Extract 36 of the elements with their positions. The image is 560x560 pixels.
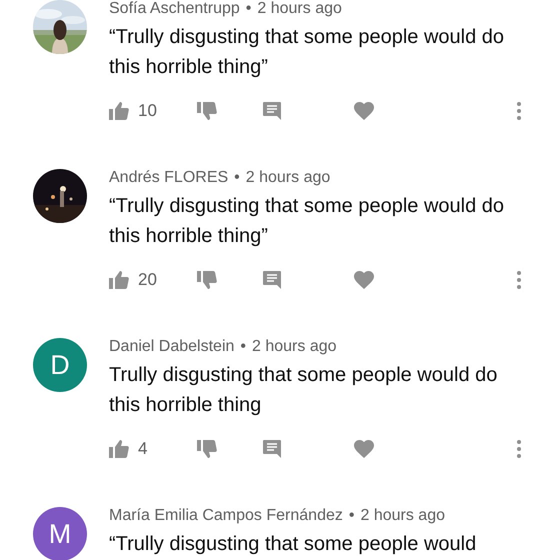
like-count: 10 (138, 101, 157, 121)
timestamp: 2 hours ago (252, 338, 337, 356)
separator: • (348, 507, 354, 525)
separator: • (234, 169, 240, 187)
heart-icon[interactable] (354, 440, 374, 458)
author-name[interactable]: Daniel Dabelstein (109, 338, 234, 356)
comment-text: “Trully disgusting that some people would do this horrible thing” (109, 25, 506, 80)
comment-text: “Trully disgusting that some people would (109, 532, 478, 557)
avatar: M (33, 507, 87, 560)
separator: • (240, 338, 246, 356)
comment-icon[interactable] (262, 439, 282, 459)
comment-text: “Trully disgusting that some people would do this horrible thing” (109, 194, 506, 249)
more-options-icon[interactable] (517, 440, 521, 458)
author-name[interactable]: Sofía Aschentrupp (109, 0, 240, 18)
thumbs-up-icon[interactable] (109, 271, 129, 289)
more-options-icon[interactable] (517, 271, 521, 289)
comment-icon[interactable] (262, 101, 282, 121)
like-count: 20 (138, 270, 157, 290)
timestamp: 2 hours ago (257, 0, 342, 18)
thumbs-down-icon[interactable] (197, 271, 217, 289)
more-options-icon[interactable] (517, 102, 521, 120)
separator: • (246, 0, 252, 18)
comment-text: Trully disgusting that some people would do this horrible thing (109, 363, 498, 418)
thumbs-up-icon[interactable] (109, 102, 129, 120)
heart-icon[interactable] (354, 102, 374, 120)
comment-icon[interactable] (262, 270, 282, 290)
like-count: 4 (138, 439, 148, 459)
heart-icon[interactable] (354, 271, 374, 289)
timestamp: 2 hours ago (360, 507, 445, 525)
avatar: D (33, 338, 87, 392)
author-name[interactable]: María Emilia Campos Fernández (109, 507, 343, 525)
thumbs-down-icon[interactable] (197, 440, 217, 458)
thumbs-up-icon[interactable] (109, 440, 129, 458)
timestamp: 2 hours ago (246, 169, 330, 187)
thumbs-down-icon[interactable] (197, 102, 217, 120)
author-name[interactable]: Andrés FLORES (109, 169, 228, 187)
